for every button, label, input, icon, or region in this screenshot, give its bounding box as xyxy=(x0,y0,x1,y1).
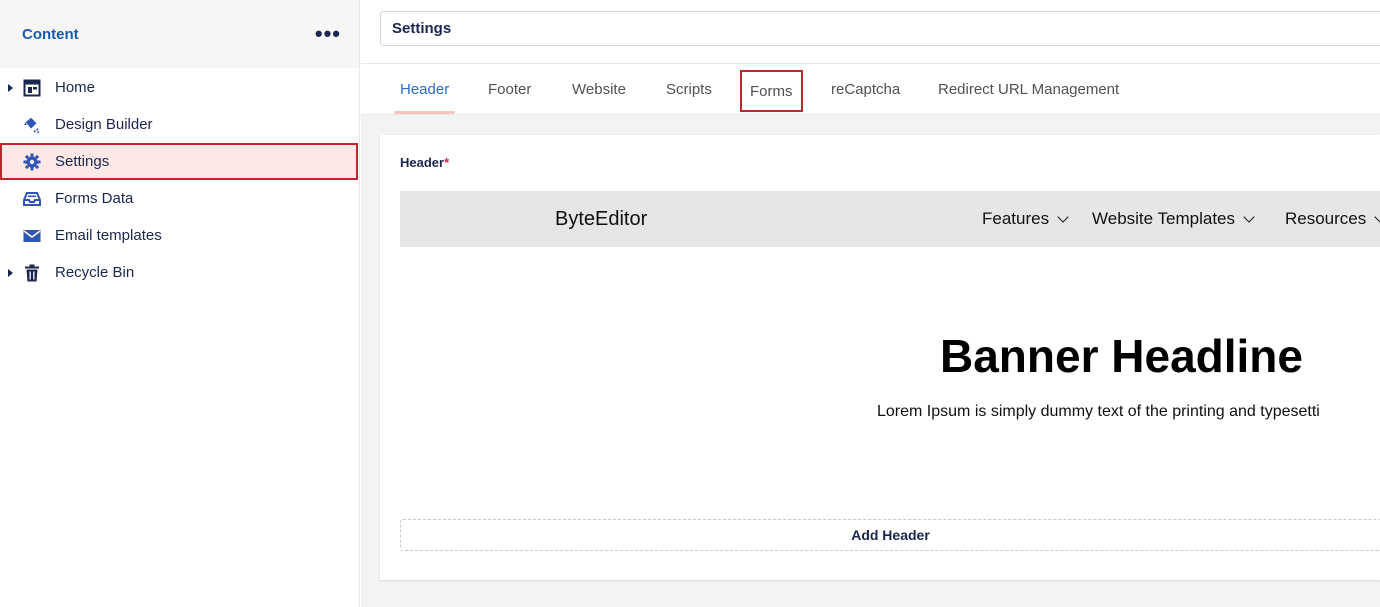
tree-item-label: Design Builder xyxy=(55,116,153,133)
header-field-label: Header* xyxy=(400,155,449,170)
preview-nav-resources: Resources xyxy=(1285,191,1380,247)
tree-item-recycle-bin[interactable]: Recycle Bin xyxy=(0,254,359,291)
preview-banner-headline: Banner Headline xyxy=(940,330,1303,382)
chevron-down-icon xyxy=(1374,210,1380,223)
page-title-input[interactable]: Settings xyxy=(380,11,1380,46)
tab-scripts[interactable]: Scripts xyxy=(666,64,712,114)
tab-redirect-url-management[interactable]: Redirect URL Management xyxy=(938,64,1119,114)
sidebar: Content ••• Home Design Builder Settings xyxy=(0,0,360,607)
content-tree: Home Design Builder Settings Forms Data … xyxy=(0,69,359,291)
sidebar-header: Content ••• xyxy=(0,0,359,68)
tree-item-design-builder[interactable]: Design Builder xyxy=(0,106,359,143)
tab-header[interactable]: Header xyxy=(393,64,456,114)
trash-icon xyxy=(23,264,41,282)
paint-bucket-icon xyxy=(23,116,41,134)
tree-item-forms-data[interactable]: Forms Data xyxy=(0,180,359,217)
nav-link-label: Features xyxy=(982,209,1050,228)
settings-tabs: Header Footer Website Scripts Forms reCa… xyxy=(361,64,1380,115)
tab-website[interactable]: Website xyxy=(572,64,626,114)
field-label-text: Header xyxy=(400,155,445,170)
gear-icon xyxy=(23,153,41,171)
preview-banner-text: Lorem Ipsum is simply dummy text of the … xyxy=(877,403,1320,420)
preview-brand: ByteEditor xyxy=(555,207,648,230)
tree-item-settings[interactable]: Settings xyxy=(0,143,358,180)
tab-forms[interactable]: Forms xyxy=(740,70,803,112)
envelope-icon xyxy=(23,227,41,245)
tree-item-label: Recycle Bin xyxy=(55,264,135,281)
title-bar: Settings xyxy=(361,0,1380,64)
preview-navbar: ByteEditor Features Website Templates Re… xyxy=(400,191,1380,247)
expand-caret-icon[interactable] xyxy=(8,83,13,92)
sidebar-title: Content xyxy=(22,25,79,43)
more-options-button[interactable]: ••• xyxy=(315,23,341,45)
tab-recaptcha[interactable]: reCaptcha xyxy=(831,64,900,114)
chevron-down-icon xyxy=(1243,210,1255,223)
main-panel: Settings Header Footer Website Scripts F… xyxy=(361,0,1380,607)
required-mark: * xyxy=(444,155,450,170)
tree-item-label: Forms Data xyxy=(55,190,134,207)
home-layout-icon xyxy=(23,79,41,97)
tree-item-label: Email templates xyxy=(55,227,162,244)
inbox-icon xyxy=(23,190,41,208)
tab-footer[interactable]: Footer xyxy=(488,64,531,114)
preview-nav-website-templates: Website Templates xyxy=(1092,191,1255,247)
expand-caret-icon[interactable] xyxy=(8,268,13,277)
nav-link-label: Resources xyxy=(1285,209,1367,228)
tree-item-label: Home xyxy=(55,79,96,96)
nav-link-label: Website Templates xyxy=(1092,209,1235,228)
header-settings-card: Header* ByteEditor Features Website Temp… xyxy=(380,135,1380,580)
tree-item-email-templates[interactable]: Email templates xyxy=(0,217,359,254)
add-header-button[interactable]: Add Header xyxy=(400,519,1380,551)
chevron-down-icon xyxy=(1057,210,1069,223)
header-preview[interactable]: ByteEditor Features Website Templates Re… xyxy=(400,191,1380,516)
preview-nav-features: Features xyxy=(982,191,1069,247)
tree-item-label: Settings xyxy=(55,153,110,170)
tree-item-home[interactable]: Home xyxy=(0,69,359,106)
